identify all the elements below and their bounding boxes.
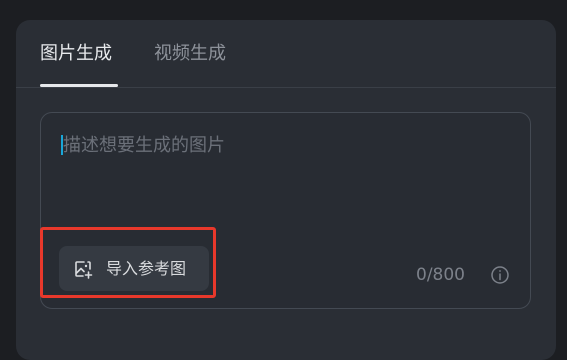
info-icon[interactable] — [490, 265, 510, 285]
prompt-placeholder: 描述想要生成的图片 — [63, 135, 225, 156]
image-add-icon — [73, 259, 93, 279]
generation-panel: 图片生成 视频生成 描述想要生成的图片 导入参考图 — [16, 20, 556, 360]
character-counter: 0/800 — [416, 265, 465, 285]
tab-bar: 图片生成 视频生成 — [16, 20, 556, 88]
tab-video-generation[interactable]: 视频生成 — [154, 42, 226, 66]
import-reference-image-label: 导入参考图 — [106, 258, 187, 278]
import-reference-image-button[interactable]: 导入参考图 — [59, 246, 209, 291]
tab-image-generation[interactable]: 图片生成 — [40, 42, 112, 66]
active-tab-indicator — [40, 84, 118, 87]
